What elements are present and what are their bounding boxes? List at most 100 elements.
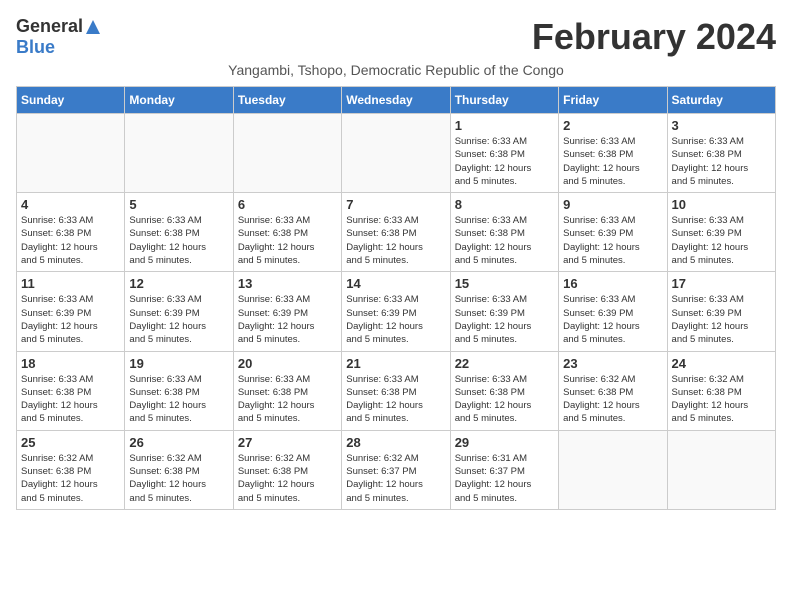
day-number: 26 — [129, 435, 228, 450]
calendar-header-sunday: Sunday — [17, 87, 125, 114]
calendar-cell: 22 Sunrise: 6:33 AM Sunset: 6:38 PM Dayli… — [450, 351, 558, 430]
calendar-header-saturday: Saturday — [667, 87, 775, 114]
calendar-cell: 12Sunrise: 6:33 AM Sunset: 6:39 PM Dayli… — [125, 272, 233, 351]
day-number: 7 — [346, 197, 445, 212]
day-number: 21 — [346, 356, 445, 371]
location-subtitle: Yangambi, Tshopo, Democratic Republic of… — [16, 62, 776, 78]
day-number: 15 — [455, 276, 554, 291]
month-title: February 2024 — [532, 16, 776, 58]
day-number: 1 — [455, 118, 554, 133]
calendar-cell: 3Sunrise: 6:33 AM Sunset: 6:38 PM Daylig… — [667, 114, 775, 193]
day-number: 4 — [21, 197, 120, 212]
day-number: 13 — [238, 276, 337, 291]
calendar-cell: 16Sunrise: 6:33 AM Sunset: 6:39 PM Dayli… — [559, 272, 667, 351]
day-detail: Sunrise: 6:33 AM Sunset: 6:39 PM Dayligh… — [455, 293, 554, 346]
day-number: 25 — [21, 435, 120, 450]
calendar-cell: 28 Sunrise: 6:32 AM Sunset: 6:37 PM Dayli… — [342, 430, 450, 509]
day-number: 17 — [672, 276, 771, 291]
calendar-cell: 8Sunrise: 6:33 AM Sunset: 6:38 PM Daylig… — [450, 193, 558, 272]
day-number: 22 — [455, 356, 554, 371]
day-number: 12 — [129, 276, 228, 291]
day-detail: Sunrise: 6:33 AM Sunset: 6:39 PM Dayligh… — [238, 293, 337, 346]
calendar-week-row: 1 Sunrise: 6:33 AM Sunset: 6:38 PM Daylig… — [17, 114, 776, 193]
calendar-cell: 11 Sunrise: 6:33 AM Sunset: 6:39 PM Dayli… — [17, 272, 125, 351]
day-number: 23 — [563, 356, 662, 371]
day-number: 11 — [21, 276, 120, 291]
calendar-cell: 18 Sunrise: 6:33 AM Sunset: 6:38 PM Dayli… — [17, 351, 125, 430]
calendar-cell — [559, 430, 667, 509]
calendar-cell: 14Sunrise: 6:33 AM Sunset: 6:39 PM Dayli… — [342, 272, 450, 351]
day-number: 27 — [238, 435, 337, 450]
day-detail: Sunrise: 6:33 AM Sunset: 6:39 PM Dayligh… — [563, 214, 662, 267]
day-number: 5 — [129, 197, 228, 212]
day-detail: Sunrise: 6:33 AM Sunset: 6:39 PM Dayligh… — [563, 293, 662, 346]
day-detail: Sunrise: 6:32 AM Sunset: 6:38 PM Dayligh… — [21, 452, 120, 505]
calendar-cell: 20Sunrise: 6:33 AM Sunset: 6:38 PM Dayli… — [233, 351, 341, 430]
calendar-week-row: 25 Sunrise: 6:32 AM Sunset: 6:38 PM Dayli… — [17, 430, 776, 509]
day-detail: Sunrise: 6:33 AM Sunset: 6:38 PM Dayligh… — [21, 214, 120, 267]
calendar-header-tuesday: Tuesday — [233, 87, 341, 114]
calendar-week-row: 18 Sunrise: 6:33 AM Sunset: 6:38 PM Dayli… — [17, 351, 776, 430]
calendar-cell: 4 Sunrise: 6:33 AM Sunset: 6:38 PM Daylig… — [17, 193, 125, 272]
calendar-cell: 6 Sunrise: 6:33 AM Sunset: 6:38 PM Daylig… — [233, 193, 341, 272]
calendar-cell: 1 Sunrise: 6:33 AM Sunset: 6:38 PM Daylig… — [450, 114, 558, 193]
day-detail: Sunrise: 6:33 AM Sunset: 6:38 PM Dayligh… — [455, 373, 554, 426]
calendar-cell: 25 Sunrise: 6:32 AM Sunset: 6:38 PM Dayli… — [17, 430, 125, 509]
calendar-cell: 26 Sunrise: 6:32 AM Sunset: 6:38 PM Dayli… — [125, 430, 233, 509]
day-detail: Sunrise: 6:32 AM Sunset: 6:37 PM Dayligh… — [346, 452, 445, 505]
day-number: 2 — [563, 118, 662, 133]
calendar-header-thursday: Thursday — [450, 87, 558, 114]
page-header: General Blue February 2024 — [16, 16, 776, 58]
day-detail: Sunrise: 6:31 AM Sunset: 6:37 PM Dayligh… — [455, 452, 554, 505]
day-detail: Sunrise: 6:33 AM Sunset: 6:39 PM Dayligh… — [21, 293, 120, 346]
calendar-cell: 13 Sunrise: 6:33 AM Sunset: 6:39 PM Dayli… — [233, 272, 341, 351]
day-number: 28 — [346, 435, 445, 450]
day-detail: Sunrise: 6:33 AM Sunset: 6:38 PM Dayligh… — [21, 373, 120, 426]
calendar-cell — [233, 114, 341, 193]
day-detail: Sunrise: 6:32 AM Sunset: 6:38 PM Dayligh… — [563, 373, 662, 426]
calendar-body: 1 Sunrise: 6:33 AM Sunset: 6:38 PM Daylig… — [17, 114, 776, 510]
day-number: 18 — [21, 356, 120, 371]
day-detail: Sunrise: 6:32 AM Sunset: 6:38 PM Dayligh… — [672, 373, 771, 426]
calendar-week-row: 11 Sunrise: 6:33 AM Sunset: 6:39 PM Dayli… — [17, 272, 776, 351]
calendar-cell — [17, 114, 125, 193]
calendar-header-row: SundayMondayTuesdayWednesdayThursdayFrid… — [17, 87, 776, 114]
day-detail: Sunrise: 6:33 AM Sunset: 6:38 PM Dayligh… — [129, 373, 228, 426]
day-number: 19 — [129, 356, 228, 371]
calendar-cell: 27 Sunrise: 6:32 AM Sunset: 6:38 PM Dayli… — [233, 430, 341, 509]
calendar-cell: 17 Sunrise: 6:33 AM Sunset: 6:39 PM Dayli… — [667, 272, 775, 351]
day-detail: Sunrise: 6:33 AM Sunset: 6:38 PM Dayligh… — [238, 214, 337, 267]
day-detail: Sunrise: 6:33 AM Sunset: 6:39 PM Dayligh… — [672, 293, 771, 346]
day-number: 24 — [672, 356, 771, 371]
day-detail: Sunrise: 6:33 AM Sunset: 6:38 PM Dayligh… — [238, 373, 337, 426]
calendar-cell: 2Sunrise: 6:33 AM Sunset: 6:38 PM Daylig… — [559, 114, 667, 193]
day-detail: Sunrise: 6:33 AM Sunset: 6:38 PM Dayligh… — [455, 135, 554, 188]
day-detail: Sunrise: 6:32 AM Sunset: 6:38 PM Dayligh… — [238, 452, 337, 505]
day-number: 6 — [238, 197, 337, 212]
calendar-header-friday: Friday — [559, 87, 667, 114]
calendar-header-monday: Monday — [125, 87, 233, 114]
logo-blue: Blue — [16, 37, 55, 57]
calendar-table: SundayMondayTuesdayWednesdayThursdayFrid… — [16, 86, 776, 510]
calendar-cell: 21 Sunrise: 6:33 AM Sunset: 6:38 PM Dayli… — [342, 351, 450, 430]
calendar-cell: 5 Sunrise: 6:33 AM Sunset: 6:38 PM Daylig… — [125, 193, 233, 272]
calendar-cell: 9Sunrise: 6:33 AM Sunset: 6:39 PM Daylig… — [559, 193, 667, 272]
day-detail: Sunrise: 6:32 AM Sunset: 6:38 PM Dayligh… — [129, 452, 228, 505]
calendar-cell: 19 Sunrise: 6:33 AM Sunset: 6:38 PM Dayli… — [125, 351, 233, 430]
calendar-cell — [667, 430, 775, 509]
calendar-cell: 7 Sunrise: 6:33 AM Sunset: 6:38 PM Daylig… — [342, 193, 450, 272]
day-detail: Sunrise: 6:33 AM Sunset: 6:38 PM Dayligh… — [346, 373, 445, 426]
calendar-week-row: 4 Sunrise: 6:33 AM Sunset: 6:38 PM Daylig… — [17, 193, 776, 272]
day-detail: Sunrise: 6:33 AM Sunset: 6:39 PM Dayligh… — [672, 214, 771, 267]
day-detail: Sunrise: 6:33 AM Sunset: 6:38 PM Dayligh… — [129, 214, 228, 267]
day-detail: Sunrise: 6:33 AM Sunset: 6:38 PM Dayligh… — [672, 135, 771, 188]
logo-icon — [84, 18, 102, 36]
calendar-cell — [125, 114, 233, 193]
calendar-cell: 23 Sunrise: 6:32 AM Sunset: 6:38 PM Dayli… — [559, 351, 667, 430]
calendar-cell: 10Sunrise: 6:33 AM Sunset: 6:39 PM Dayli… — [667, 193, 775, 272]
day-number: 29 — [455, 435, 554, 450]
day-detail: Sunrise: 6:33 AM Sunset: 6:38 PM Dayligh… — [346, 214, 445, 267]
calendar-cell: 15 Sunrise: 6:33 AM Sunset: 6:39 PM Dayli… — [450, 272, 558, 351]
calendar-cell: 29 Sunrise: 6:31 AM Sunset: 6:37 PM Dayli… — [450, 430, 558, 509]
day-detail: Sunrise: 6:33 AM Sunset: 6:38 PM Dayligh… — [455, 214, 554, 267]
